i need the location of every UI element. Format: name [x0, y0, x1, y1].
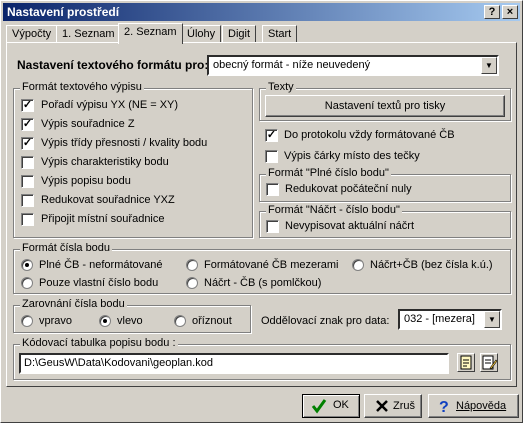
zarovnani-label-vpravo: vpravo [39, 315, 73, 327]
carky-label: Výpis čárky místo des tečky [284, 150, 420, 162]
protokol-checkbox[interactable]: ✓ [265, 129, 278, 142]
ok-label: OK [333, 399, 349, 411]
cislo-label-2: Formátované ČB mezerami [204, 259, 339, 271]
oddelovac-select-value: 032 - [mezera] [404, 313, 475, 325]
vypis-checkbox-7[interactable] [21, 213, 34, 226]
vypis-label-4: Výpis charakteristiky bodu [41, 156, 169, 168]
vypis-group: Formát textového výpisu ✓ Pořadí výpisu … [13, 81, 253, 238]
check-icon [311, 399, 327, 414]
vypis-label-3: Výpis třídy přesnosti / kvality bodu [41, 137, 208, 149]
dialog-window: Nastavení prostředí ? × Výpočty 1. Sezna… [0, 0, 523, 423]
plne-group: Formát "Plné číslo bodu" Redukovat počát… [259, 167, 511, 202]
cislo-radio-5[interactable] [186, 277, 198, 289]
edit-document-icon [482, 355, 498, 370]
title-bar: Nastavení prostředí ? × [3, 3, 520, 21]
cislo-label-5: Náčrt - ČB (s pomlčkou) [204, 277, 322, 289]
vypis-group-title: Formát textového výpisu [20, 81, 144, 93]
kodovaci-group-title: Kódovací tabulka popisu bodu : [20, 337, 178, 349]
nacrt-group: Formát "Náčrt - číslo bodu" Nevypisovat … [259, 204, 511, 238]
nacrt-group-title: Formát "Náčrt - číslo bodu" [266, 204, 402, 216]
vypis-checkbox-6[interactable] [21, 194, 34, 207]
help-title-button[interactable]: ? [484, 5, 500, 19]
help-icon: ? [439, 399, 449, 414]
cancel-label: Zruš [393, 400, 415, 412]
cislo-group: Formát čísla bodu Plné ČB - neformátovan… [13, 242, 511, 294]
tab-ulohy[interactable]: Úlohy [181, 25, 222, 43]
cislo-radio-2[interactable] [186, 259, 198, 271]
kodovaci-path-value: D:\GeusW\Data\Kodovani\geoplan.kod [24, 357, 213, 369]
carky-checkbox[interactable] [265, 150, 278, 163]
open-file-button[interactable] [457, 353, 475, 372]
zarovnani-radio-vpravo[interactable] [21, 315, 33, 327]
tab-2-seznam[interactable]: 2. Seznam [118, 23, 183, 44]
vypis-label-6: Redukovat souřadnice YXZ [41, 194, 175, 206]
vypis-label-7: Připojit místní souřadnice [41, 213, 165, 225]
vypis-checkbox-3[interactable]: ✓ [21, 137, 34, 150]
zarovnani-label-vlevo: vlevo [117, 315, 143, 327]
tab-digit[interactable]: Digit [222, 25, 257, 43]
zarovnani-radio-oriznout[interactable] [174, 315, 186, 327]
tab-panel: Nastavení textového formátu pro: obecný … [6, 42, 517, 387]
protokol-label: Do protokolu vždy formátované ČB [284, 129, 455, 141]
format-select-value: obecný formát - níže neuvedený [213, 59, 371, 71]
plne-label: Redukovat počáteční nuly [285, 183, 412, 195]
oddelovac-select[interactable]: 032 - [mezera] ▼ [398, 309, 502, 330]
vypis-checkbox-2[interactable]: ✓ [21, 118, 34, 131]
zarovnani-radio-vlevo[interactable] [99, 315, 111, 327]
oddelovac-label: Oddělovací znak pro data: [261, 315, 390, 327]
kodovaci-path-input[interactable]: D:\GeusW\Data\Kodovani\geoplan.kod [19, 353, 449, 374]
texty-settings-button[interactable]: Nastavení textů pro tisky [265, 95, 505, 117]
window-title: Nastavení prostředí [7, 5, 120, 19]
cislo-radio-4[interactable] [21, 277, 33, 289]
zarovnani-group-title: Zarovnání čísla bodu [20, 298, 127, 310]
tab-start[interactable]: Start [262, 25, 298, 43]
cislo-label-3: Náčrt+ČB (bez čísla k.ú.) [370, 259, 493, 271]
format-select[interactable]: obecný formát - níže neuvedený ▼ [207, 55, 499, 76]
cislo-label-4: Pouze vlastní číslo bodu [39, 277, 159, 289]
zarovnani-label-oriznout: oříznout [192, 315, 232, 327]
kodovaci-group: Kódovací tabulka popisu bodu : D:\GeusW\… [13, 337, 511, 380]
svg-text:?: ? [439, 399, 449, 414]
cislo-radio-3[interactable] [352, 259, 364, 271]
close-icon [376, 400, 388, 412]
cislo-label-1: Plné ČB - neformátované [39, 259, 163, 271]
edit-file-button[interactable] [480, 353, 498, 372]
chevron-down-icon[interactable]: ▼ [481, 57, 497, 74]
cislo-group-title: Formát čísla bodu [20, 242, 113, 254]
nacrt-label: Nevypisovat aktuální náčrt [285, 220, 415, 232]
vypis-label-5: Výpis popisu bodu [41, 175, 131, 187]
format-label: Nastavení textového formátu pro: [17, 58, 209, 72]
texty-group-title: Texty [266, 81, 296, 93]
plne-checkbox[interactable] [266, 183, 279, 196]
cancel-button[interactable]: Zruš [364, 394, 422, 418]
texty-group: Texty Nastavení textů pro tisky [259, 81, 511, 121]
document-icon [460, 355, 472, 370]
help-button[interactable]: ? Nápověda [428, 394, 519, 418]
vypis-label-2: Výpis souřadnice Z [41, 118, 135, 130]
tab-1-seznam[interactable]: 1. Seznam [56, 25, 121, 43]
vypis-checkbox-4[interactable] [21, 156, 34, 169]
plne-group-title: Formát "Plné číslo bodu" [266, 167, 391, 179]
chevron-down-icon[interactable]: ▼ [484, 311, 500, 328]
ok-button[interactable]: OK [302, 394, 360, 418]
vypis-label-1: Pořadí výpisu YX (NE = XY) [41, 99, 179, 111]
close-button[interactable]: × [502, 5, 518, 19]
cislo-radio-1[interactable] [21, 259, 33, 271]
help-label: Nápověda [456, 400, 507, 412]
zarovnani-group: Zarovnání čísla bodu vpravo vlevo ořízno… [13, 298, 251, 333]
vypis-checkbox-5[interactable] [21, 175, 34, 188]
tab-vypocty[interactable]: Výpočty [6, 25, 58, 43]
vypis-checkbox-1[interactable]: ✓ [21, 99, 34, 112]
nacrt-checkbox[interactable] [266, 220, 279, 233]
